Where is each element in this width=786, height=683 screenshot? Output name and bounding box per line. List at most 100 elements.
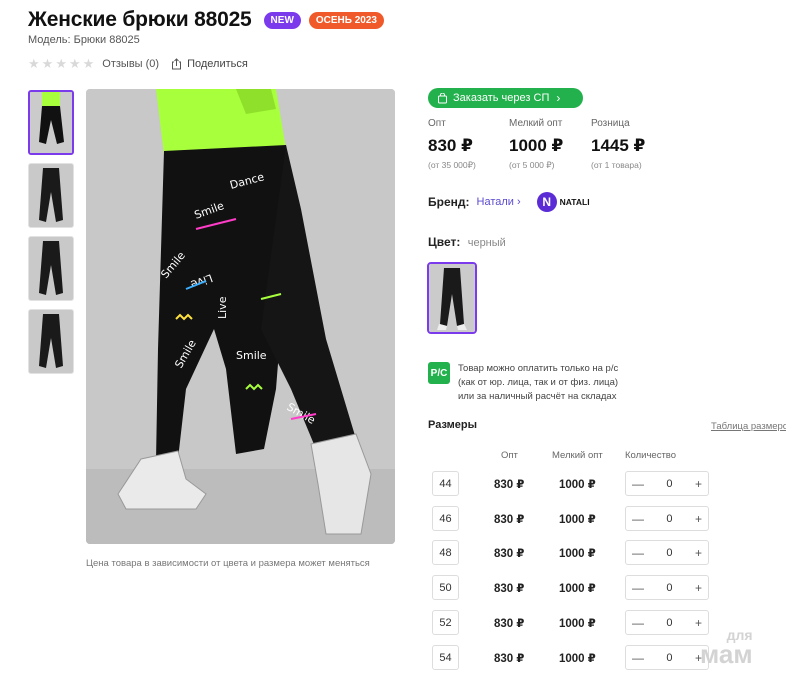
watermark: для мам bbox=[700, 628, 753, 669]
size-price-opt: 830 ₽ bbox=[494, 479, 525, 491]
minus-icon[interactable]: — bbox=[632, 512, 644, 526]
quantity-stepper: — 0 + bbox=[625, 575, 709, 600]
quantity-stepper: — 0 + bbox=[625, 610, 709, 635]
sizes-title: Размеры bbox=[428, 419, 478, 431]
chevron-right-icon: › bbox=[516, 196, 521, 208]
price-note: Цена товара в зависимости от цвета и раз… bbox=[86, 558, 370, 569]
star-icon: ★ bbox=[41, 56, 54, 71]
quantity-stepper: — 0 + bbox=[625, 471, 709, 496]
quantity-input[interactable]: 0 bbox=[666, 617, 672, 629]
color-label: Цвет: bbox=[428, 235, 461, 249]
size-row: 50 830 ₽ 1000 ₽ — 0 + bbox=[432, 575, 782, 601]
thumbnail-image[interactable] bbox=[28, 90, 74, 155]
quantity-input[interactable]: 0 bbox=[666, 582, 672, 594]
order-via-sp-label: Заказать через СП bbox=[453, 92, 550, 104]
price-wholesale: Опт 830 ₽ (от 35 000₽) bbox=[428, 118, 476, 171]
plus-icon[interactable]: + bbox=[695, 546, 702, 560]
payment-line: или за наличный расчёт на складах bbox=[458, 391, 617, 402]
brand-link[interactable]: Натали › bbox=[477, 196, 521, 208]
size-price-opt: 830 ₽ bbox=[494, 514, 525, 526]
thumbnail-image[interactable] bbox=[28, 309, 74, 374]
svg-text:Smile: Smile bbox=[236, 349, 267, 362]
size-row: 46 830 ₽ 1000 ₽ — 0 + bbox=[432, 506, 782, 532]
star-icon: ★ bbox=[55, 56, 67, 71]
payment-line: (как от юр. лица, так и от физ. лица) bbox=[458, 377, 619, 388]
thumbnail-image[interactable] bbox=[28, 163, 74, 228]
quantity-input[interactable]: 0 bbox=[666, 547, 672, 559]
svg-text:Live: Live bbox=[216, 296, 229, 319]
price-condition: (от 5 000 ₽) bbox=[509, 160, 555, 170]
size-value: 46 bbox=[432, 506, 459, 531]
size-price-small-opt: 1000 ₽ bbox=[559, 514, 596, 526]
star-icon: ★ bbox=[28, 56, 40, 71]
model-label: Модель: Брюки 88025 bbox=[28, 34, 140, 46]
quantity-stepper: — 0 + bbox=[625, 540, 709, 565]
size-value: 44 bbox=[432, 471, 459, 496]
star-icon: ★ bbox=[82, 56, 95, 71]
size-price-small-opt: 1000 ₽ bbox=[559, 479, 596, 491]
size-value: 48 bbox=[432, 540, 459, 565]
price-condition: (от 35 000₽) bbox=[428, 160, 476, 170]
size-price-small-opt: 1000 ₽ bbox=[559, 618, 596, 630]
plus-icon[interactable]: + bbox=[695, 512, 702, 526]
thumbnail-image[interactable] bbox=[28, 236, 74, 301]
share-icon bbox=[172, 57, 182, 69]
brand-logo[interactable]: N NATALI bbox=[536, 192, 590, 212]
size-price-opt: 830 ₽ bbox=[494, 583, 525, 595]
size-row: 44 830 ₽ 1000 ₽ — 0 + bbox=[432, 471, 782, 497]
share-button[interactable]: Поделиться bbox=[171, 58, 248, 70]
col-header-opt: Опт bbox=[501, 450, 518, 461]
color-row: Цвет: черный bbox=[428, 235, 506, 249]
quantity-input[interactable]: 0 bbox=[666, 478, 672, 490]
page-title: Женские брюки 88025 bbox=[28, 8, 252, 31]
rating-row: ★ ★ ★ ★ ★ Отзывы (0) Поделиться bbox=[28, 57, 248, 70]
size-price-opt: 830 ₽ bbox=[494, 548, 525, 560]
color-swatch-black[interactable] bbox=[427, 262, 477, 334]
bag-icon bbox=[438, 92, 447, 103]
brand-row: Бренд: Натали › N NATALI bbox=[428, 192, 590, 212]
price-label: Мелкий опт bbox=[509, 118, 563, 129]
size-value: 50 bbox=[432, 575, 459, 600]
size-price-opt: 830 ₽ bbox=[494, 653, 525, 665]
quantity-input[interactable]: 0 bbox=[666, 513, 672, 525]
plus-icon[interactable]: + bbox=[695, 581, 702, 595]
price-value: 830 ₽ bbox=[428, 136, 473, 155]
brand-name: Натали bbox=[476, 196, 514, 208]
minus-icon[interactable]: — bbox=[632, 651, 644, 665]
color-value: черный bbox=[467, 237, 506, 249]
payment-text: Товар можно оплатить только на р/с (как … bbox=[458, 362, 618, 404]
minus-icon[interactable]: — bbox=[632, 477, 644, 491]
quantity-stepper: — 0 + bbox=[625, 506, 709, 531]
col-header-small-opt: Мелкий опт bbox=[552, 450, 603, 461]
minus-icon[interactable]: — bbox=[632, 616, 644, 630]
payment-note: Р/С Товар можно оплатить только на р/с (… bbox=[428, 362, 618, 404]
size-row: 48 830 ₽ 1000 ₽ — 0 + bbox=[432, 540, 782, 566]
main-product-image[interactable]: Smile Dance Smile Live Live Smile Smile … bbox=[86, 89, 395, 544]
payment-line: Товар можно оплатить только на р/с bbox=[458, 363, 619, 374]
reviews-link[interactable]: Отзывы (0) bbox=[102, 58, 159, 70]
brand-logo-text: NATALI bbox=[559, 197, 590, 207]
size-price-small-opt: 1000 ₽ bbox=[559, 548, 596, 560]
thumbnail-list bbox=[28, 90, 74, 374]
col-header-quantity: Количество bbox=[625, 450, 677, 461]
price-label: Розница bbox=[591, 118, 630, 129]
new-badge: NEW bbox=[263, 11, 301, 29]
minus-icon[interactable]: — bbox=[632, 581, 644, 595]
price-retail: Розница 1445 ₽ (от 1 товара) bbox=[591, 118, 645, 170]
size-value: 54 bbox=[432, 645, 459, 670]
price-value: 1445 ₽ bbox=[591, 136, 646, 155]
price-condition: (от 1 товара) bbox=[591, 160, 642, 170]
size-price-small-opt: 1000 ₽ bbox=[559, 583, 596, 595]
title-row: Женские брюки 88025 NEW ОСЕНЬ 2023 bbox=[28, 8, 384, 32]
size-value: 52 bbox=[432, 610, 459, 635]
order-via-sp-button[interactable]: Заказать через СП › bbox=[428, 88, 583, 108]
minus-icon[interactable]: — bbox=[632, 546, 644, 560]
share-label: Поделиться bbox=[187, 57, 248, 70]
watermark-line: мам bbox=[700, 639, 753, 669]
rating-stars[interactable]: ★ ★ ★ ★ ★ bbox=[28, 57, 94, 70]
bank-transfer-icon: Р/С bbox=[428, 362, 450, 384]
size-table-link[interactable]: Таблица размеров bbox=[711, 421, 786, 432]
quantity-input[interactable]: 0 bbox=[666, 652, 672, 664]
plus-icon[interactable]: + bbox=[695, 477, 702, 491]
chevron-right-icon: › bbox=[556, 91, 561, 105]
